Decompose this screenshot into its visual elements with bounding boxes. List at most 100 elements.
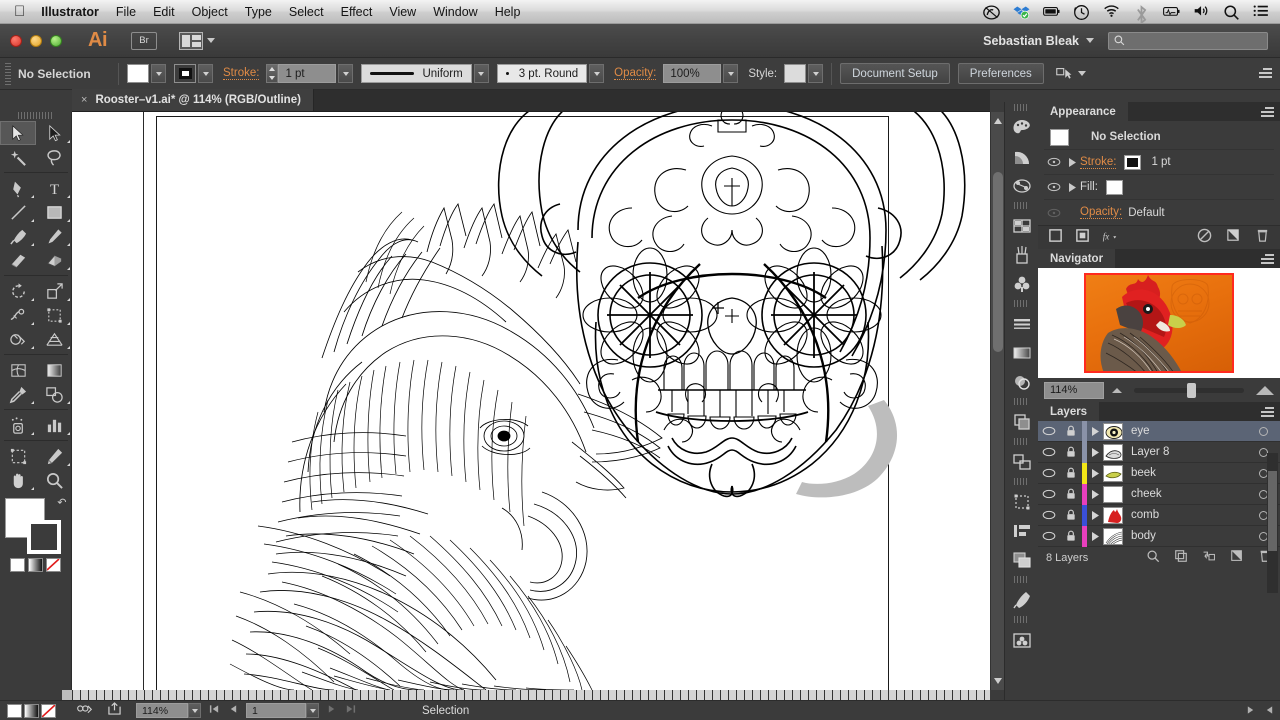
- gradient-panel-icon[interactable]: [1005, 338, 1039, 367]
- graphic-style-swatch[interactable]: [784, 64, 806, 83]
- layer-visibility-icon[interactable]: [1038, 510, 1060, 520]
- brushes-icon[interactable]: [1005, 240, 1039, 269]
- symbols-icon[interactable]: [1005, 269, 1039, 298]
- prev-artboard-icon[interactable]: [229, 704, 238, 717]
- status-prev-icon[interactable]: [1265, 702, 1274, 720]
- document-tab[interactable]: × Rooster–v1.ai* @ 114% (RGB/Outline): [72, 89, 314, 111]
- select-similar-button[interactable]: [1056, 67, 1086, 81]
- selection-tool[interactable]: [0, 121, 36, 145]
- notification-center-icon[interactable]: [1253, 4, 1270, 20]
- navigator-view-box[interactable]: [1084, 273, 1234, 373]
- minimize-window-button[interactable]: [30, 35, 42, 47]
- activity-monitor-icon[interactable]: [1163, 4, 1180, 20]
- visibility-eye-icon[interactable]: [1044, 182, 1064, 192]
- shape-builder-tool[interactable]: [0, 327, 36, 351]
- battery-icon[interactable]: [1043, 4, 1060, 20]
- menu-item-select[interactable]: Select: [289, 5, 324, 19]
- layer-row-body[interactable]: body: [1038, 526, 1280, 547]
- layer-row-layer8[interactable]: Layer 8: [1038, 442, 1280, 463]
- mesh-tool[interactable]: [0, 358, 36, 382]
- color-button[interactable]: [10, 558, 25, 572]
- layer-row-comb[interactable]: comb: [1038, 505, 1280, 526]
- volume-icon[interactable]: [1193, 4, 1210, 20]
- rail-grip[interactable]: [1014, 104, 1029, 111]
- appearance-stroke-value[interactable]: 1 pt: [1151, 156, 1170, 168]
- layer-lock-icon[interactable]: [1060, 509, 1082, 521]
- graphic-style-dropdown[interactable]: [808, 64, 823, 83]
- menu-item-window[interactable]: Window: [433, 5, 477, 19]
- layer-expand-icon[interactable]: [1087, 532, 1103, 541]
- appearance-opacity-label[interactable]: Opacity:: [1080, 206, 1122, 219]
- perspective-grid-tool[interactable]: [36, 327, 72, 351]
- rail-grip[interactable]: [1014, 576, 1029, 583]
- preferences-button[interactable]: Preferences: [958, 63, 1044, 84]
- menu-item-object[interactable]: Object: [192, 5, 228, 19]
- color-themes-icon[interactable]: [1005, 171, 1039, 200]
- blob-brush-tool[interactable]: [0, 248, 36, 272]
- spotlight-search-icon[interactable]: [1223, 4, 1240, 20]
- layer-expand-icon[interactable]: [1087, 448, 1103, 457]
- gradient-tool[interactable]: [36, 358, 72, 382]
- delete-item-icon[interactable]: [1255, 228, 1270, 248]
- last-artboard-icon[interactable]: [345, 704, 356, 717]
- menu-item-help[interactable]: Help: [495, 5, 521, 19]
- appearance-fill-label[interactable]: Fill:: [1080, 181, 1098, 193]
- align-icon[interactable]: [1005, 447, 1039, 476]
- layers-compact-icon[interactable]: [1005, 545, 1039, 574]
- fill-color-swatch[interactable]: [127, 64, 149, 83]
- swatches-icon[interactable]: [1005, 211, 1039, 240]
- tab-navigator[interactable]: Navigator: [1038, 249, 1115, 268]
- layer-visibility-icon[interactable]: [1038, 468, 1060, 478]
- free-transform-tool[interactable]: [36, 303, 72, 327]
- symbol-libraries-icon[interactable]: [1005, 625, 1039, 654]
- layer-visibility-icon[interactable]: [1038, 489, 1060, 499]
- menu-item-illustrator[interactable]: Illustrator: [41, 5, 99, 19]
- rail-grip[interactable]: [1014, 300, 1029, 307]
- rectangle-tool[interactable]: [36, 200, 72, 224]
- menu-item-type[interactable]: Type: [245, 5, 272, 19]
- make-clipping-mask-icon[interactable]: [1174, 549, 1188, 568]
- layer-row-cheek[interactable]: cheek: [1038, 484, 1280, 505]
- magic-wand-tool[interactable]: [0, 145, 36, 169]
- layer-expand-icon[interactable]: [1087, 427, 1103, 436]
- create-new-layer-icon[interactable]: [1230, 549, 1244, 568]
- pathfinder-icon[interactable]: [1005, 407, 1039, 436]
- control-panel-menu-button[interactable]: [1256, 68, 1272, 80]
- opacity-label[interactable]: Opacity:: [614, 67, 656, 80]
- locate-object-icon[interactable]: [1146, 549, 1160, 568]
- scroll-down-icon[interactable]: [994, 678, 1002, 684]
- layers-scrollbar[interactable]: [1267, 453, 1278, 593]
- dropbox-icon[interactable]: [1013, 4, 1030, 20]
- user-account[interactable]: Sebastian Bleak: [983, 34, 1094, 48]
- close-window-button[interactable]: [10, 35, 22, 47]
- layer-lock-icon[interactable]: [1060, 467, 1082, 479]
- zoom-slider[interactable]: [1134, 388, 1244, 393]
- zoom-out-icon[interactable]: [1112, 388, 1122, 393]
- swap-fill-stroke-icon[interactable]: ↶: [57, 496, 66, 509]
- layer-lock-icon[interactable]: [1060, 530, 1082, 542]
- add-effect-icon[interactable]: fx: [1102, 228, 1117, 248]
- tools-panel-grip[interactable]: [18, 112, 53, 119]
- close-icon[interactable]: ×: [81, 94, 87, 106]
- layer-target-indicator[interactable]: [1246, 427, 1280, 436]
- direct-selection-tool[interactable]: [36, 121, 72, 145]
- first-artboard-icon[interactable]: [209, 704, 220, 717]
- status-zoom-field[interactable]: 114%: [136, 703, 188, 718]
- rail-grip[interactable]: [1014, 478, 1029, 485]
- menu-item-edit[interactable]: Edit: [153, 5, 175, 19]
- opacity-dropdown[interactable]: [723, 64, 738, 83]
- artboards-icon[interactable]: [1005, 516, 1039, 545]
- stroke-profile-selector[interactable]: Uniform: [361, 64, 471, 83]
- stroke-panel-icon[interactable]: [1005, 309, 1039, 338]
- visibility-eye-icon[interactable]: [1044, 208, 1064, 218]
- scrollbar-thumb[interactable]: [993, 172, 1003, 352]
- scrollbar-thumb[interactable]: [1268, 471, 1277, 551]
- gradient-button[interactable]: [28, 558, 43, 572]
- layer-name[interactable]: Layer 8: [1131, 446, 1246, 458]
- add-new-fill-icon[interactable]: [1075, 228, 1090, 248]
- maximize-window-button[interactable]: [50, 35, 62, 47]
- transform-icon[interactable]: [1005, 487, 1039, 516]
- slice-tool[interactable]: [36, 444, 72, 468]
- layer-lock-icon[interactable]: [1060, 446, 1082, 458]
- time-machine-icon[interactable]: [1073, 4, 1090, 20]
